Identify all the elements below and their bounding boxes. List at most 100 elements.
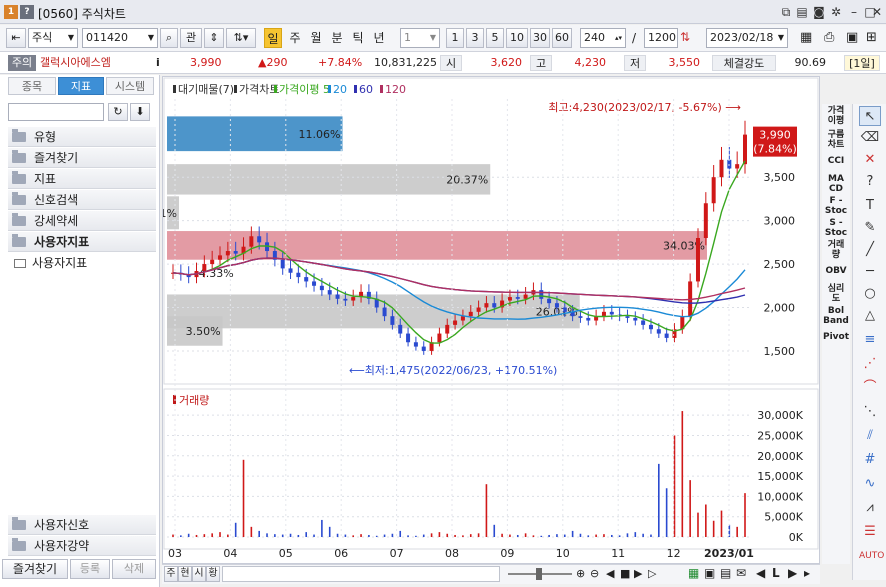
pattern-tool-icon[interactable]: ⩘ [859,498,881,518]
view-current-icon[interactable]: 현 [178,566,192,582]
quick-macd[interactable]: MA CD [822,174,850,194]
close-icon[interactable]: ✕ [870,4,884,20]
layout-icon[interactable]: ⊞ [866,30,877,45]
period-tick[interactable]: 틱 [349,28,367,48]
nav-left-icon[interactable]: ◀ [756,566,765,580]
scroll-left-end-icon[interactable]: ◀ [606,567,614,580]
tree-user-strength[interactable]: 사용자강약 [8,536,156,556]
tree-favorites[interactable]: 즐겨찾기 [8,148,156,168]
updown-icon[interactable]: ⇅▾ [226,28,256,48]
period-year[interactable]: 년 [370,28,388,48]
prev-stock-icon[interactable]: ⇤ [6,28,26,48]
cursor-icon[interactable]: ↖ [859,106,881,126]
mail-icon[interactable]: ✉ [736,566,746,580]
help-tool-icon[interactable]: ? [859,172,881,192]
line-tool-icon[interactable]: ╱ [859,240,881,260]
zoom-in-icon[interactable]: ⊕ [576,567,585,580]
image-icon[interactable]: ▤ [720,566,731,580]
tree-user-signals[interactable]: 사용자신호 [8,515,156,535]
eraser-icon[interactable]: ⌫ [859,128,881,148]
hline-tool-icon[interactable]: ─ [859,262,881,282]
interval-select[interactable]: 1 ▼ [400,28,440,48]
favorites-button[interactable]: 즐겨찾기 [2,559,68,579]
link-icon[interactable]: ⧉ [778,4,794,20]
auto-tool-icon[interactable]: AUTO [859,546,884,566]
channel-tool-icon[interactable]: ≡ [859,330,881,350]
zoom-slider[interactable] [508,566,572,582]
interval-3[interactable]: 3 [466,28,484,48]
period-day[interactable]: 일 [264,28,282,48]
help-icon[interactable]: ? [20,5,34,19]
view-day-icon[interactable]: 주 [164,566,178,582]
chart-settings-icon[interactable]: ▦ [800,30,812,45]
print-icon[interactable]: ▤ [794,4,810,20]
tree-user-indicators[interactable]: 사용자지표 [8,232,156,252]
info-button[interactable]: i [156,55,166,71]
interval-5[interactable]: 5 [486,28,504,48]
excel-icon[interactable]: ▦ [688,566,699,580]
horizontal-scrollbar[interactable] [222,566,500,582]
quick-psych[interactable]: 심리 도 [822,284,850,304]
quick-cci[interactable]: CCI [822,156,850,166]
tab-systems[interactable]: 시스템 [106,77,154,95]
gann-tool-icon[interactable]: ⫽ [859,426,881,446]
tab-indicators[interactable]: 지표 [58,77,104,95]
arc-tool-icon[interactable]: ⌒ [859,378,881,398]
triangle-tool-icon[interactable]: △ [859,306,881,326]
group-button[interactable]: 관 [180,28,202,48]
interval-60[interactable]: 60 [552,28,572,48]
quick-ichimoku[interactable]: 구름 차트 [822,130,850,150]
count-input[interactable]: 240 ▴▾ [580,28,626,48]
pen-tool-icon[interactable]: ✎ [859,218,881,238]
download-icon[interactable]: ⬇ [130,103,150,121]
chart-area[interactable]: 11.06%20.37%0.71%34.03%26.01%3.50%4.33%1… [142,76,820,564]
view-horiz-icon[interactable]: 황 [206,566,220,582]
scroll-right-end-icon[interactable]: ▶ [634,567,642,580]
print-chart-icon[interactable]: ⎙ [824,30,834,45]
total-input[interactable]: 1200 [644,28,678,48]
tree-sub-user-indicator[interactable]: 사용자지표 [14,253,87,273]
quick-pivot[interactable]: Pivot [822,332,850,342]
quick-sstoc[interactable]: S - Stoc [822,218,850,238]
search-icon[interactable]: ⌕ [160,28,178,48]
circle-tool-icon[interactable]: ○ [859,284,881,304]
tree-indicators[interactable]: 지표 [8,169,156,189]
period-month[interactable]: 월 [307,28,325,48]
grid-tool-icon[interactable]: # [859,450,881,470]
chart-canvas[interactable]: 11.06%20.37%0.71%34.03%26.01%3.50%4.33%1… [142,77,819,563]
tree-strength[interactable]: 강세약세 [8,211,156,231]
wave-tool-icon[interactable]: ∿ [859,474,881,494]
period-minute[interactable]: 분 [328,28,346,48]
fan-tool-icon[interactable]: ⋱ [859,402,881,422]
fibo-tool-icon[interactable]: ⋰ [859,354,881,374]
indicator-search-input[interactable] [8,103,104,121]
date-input[interactable]: 2023/02/18 ▼ [706,28,788,48]
period-tool-icon[interactable]: ☰ [859,522,881,542]
quick-price-chart[interactable]: 가격 이평 [822,106,850,126]
text-tool-icon[interactable]: T [859,196,881,216]
gear-icon[interactable]: ✲ [828,4,844,20]
market-select[interactable]: 주식 ▼ [28,28,78,48]
window-number-icon[interactable]: 1 [4,5,18,19]
nav-last-icon[interactable]: L [772,566,780,580]
quick-bollinger[interactable]: Bol Band [822,306,850,326]
camera-icon[interactable]: ◙ [811,4,827,20]
interval-10[interactable]: 10 [506,28,528,48]
period-week[interactable]: 주 [286,28,304,48]
scroll-right-icon[interactable]: ▷ [648,567,656,580]
delete-button[interactable]: 삭제 [112,559,156,579]
quick-volume[interactable]: 거래 량 [822,240,850,260]
scroll-stop-icon[interactable]: ■ [620,567,630,580]
stock-code-input[interactable]: 011420 ▼ [82,28,158,48]
all-delete-icon[interactable]: ✕ [859,150,881,170]
save-icon[interactable]: ▣ [846,30,858,45]
tab-stocks[interactable]: 종목 [8,77,56,95]
save-chart-icon[interactable]: ▣ [704,566,715,580]
tree-signal-search[interactable]: 신호검색 [8,190,156,210]
zoom-out-icon[interactable]: ⊖ [590,567,599,580]
interval-1[interactable]: 1 [446,28,464,48]
nav-right-icon[interactable]: ▶ [788,566,797,580]
refresh-icon[interactable]: ⇅ [680,30,690,44]
quick-obv[interactable]: OBV [822,266,850,276]
register-button[interactable]: 등록 [70,559,110,579]
